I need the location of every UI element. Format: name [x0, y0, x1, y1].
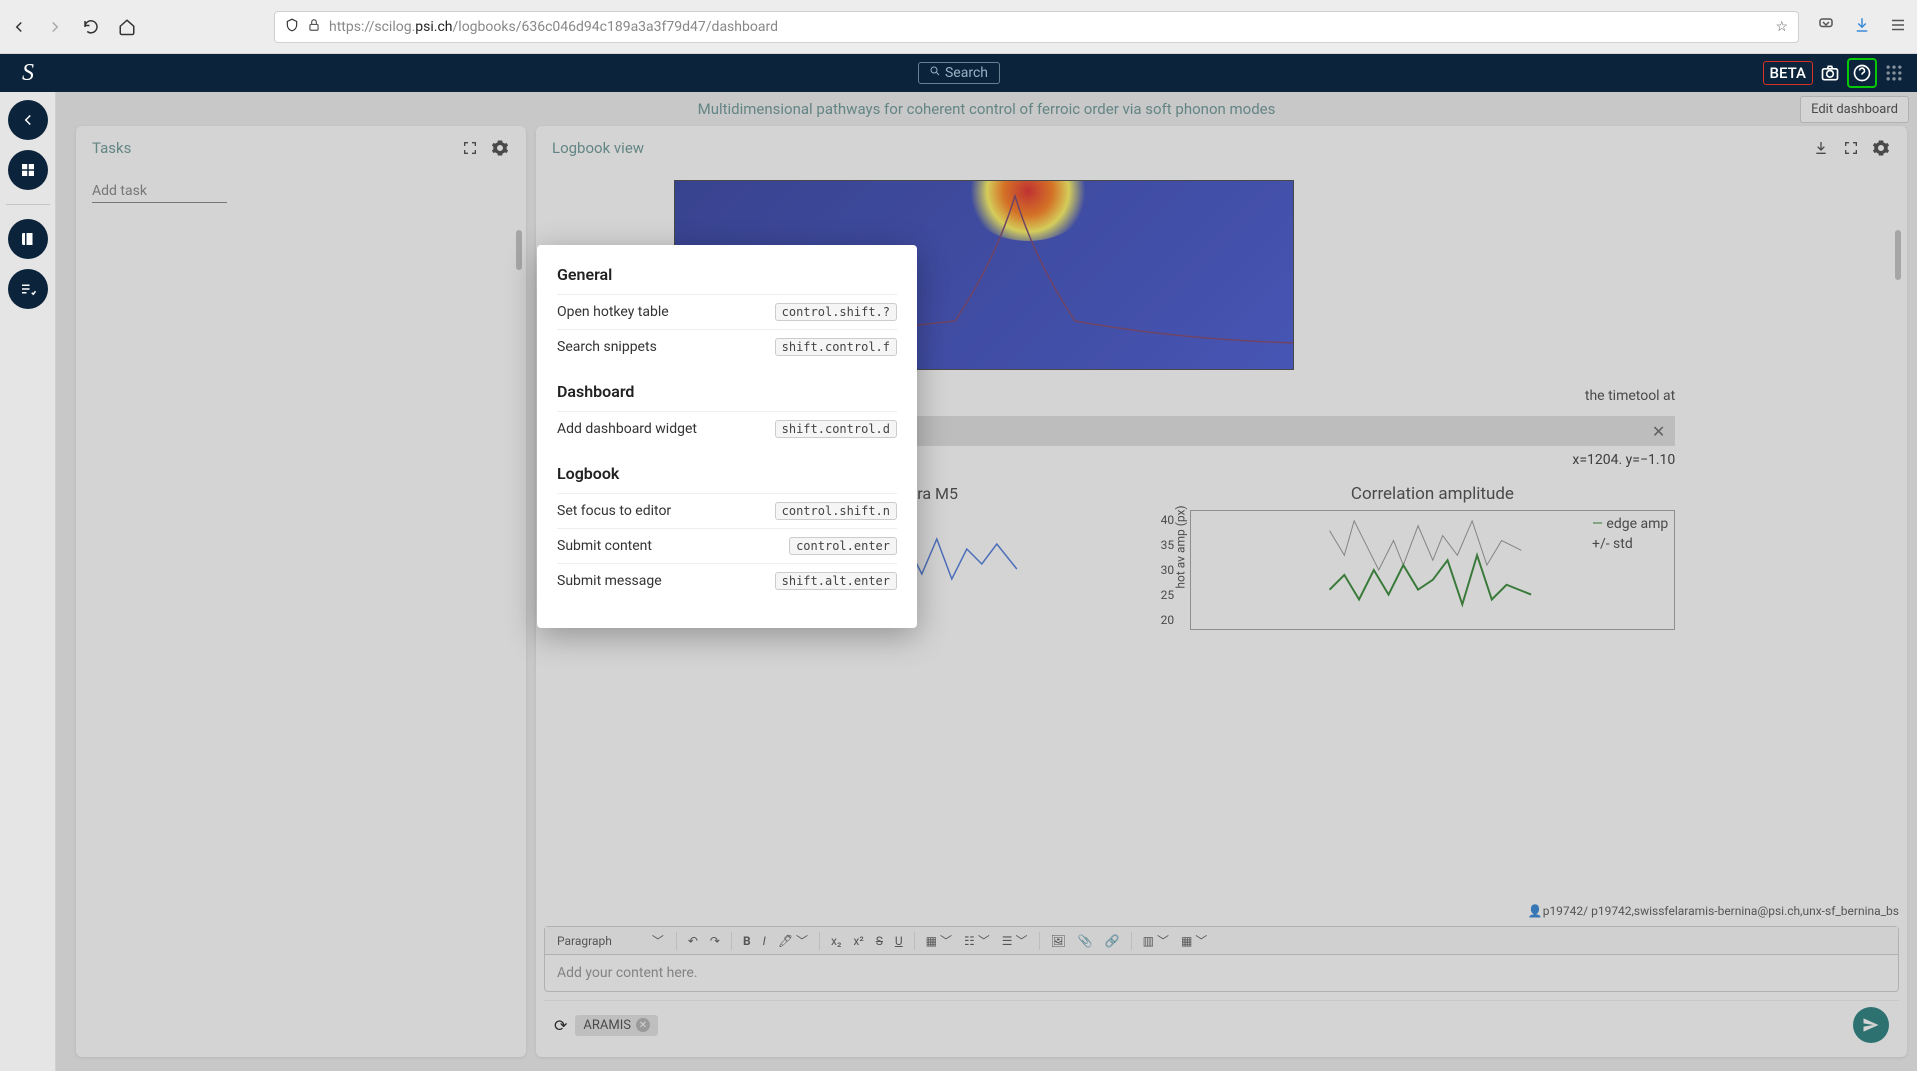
remove-tag-icon[interactable]: ✕ [636, 1018, 650, 1032]
hotkey-section-dashboard: Dashboard [557, 382, 897, 401]
reload-icon[interactable] [82, 18, 100, 36]
edit-dashboard-button[interactable]: Edit dashboard [1800, 96, 1909, 123]
superscript-icon[interactable]: x² [848, 932, 868, 950]
download-icon[interactable] [1811, 138, 1831, 158]
browser-toolbar: https://scilog.psi.ch/logbooks/636c046d9… [0, 0, 1917, 54]
page-title-bar: Multidimensional pathways for coherent c… [56, 92, 1917, 126]
entry-meta: 👤p19742/ p19742,swissfelaramis-bernina@p… [536, 900, 1907, 922]
layout-icon[interactable]: ▥ ﹀ [1138, 930, 1174, 951]
y-axis-ticks: 4035302520 [1161, 511, 1175, 629]
paragraph-dropdown[interactable]: Paragraph﹀ [551, 930, 670, 951]
add-task-input[interactable] [92, 180, 227, 203]
editor: Paragraph﹀ ↶ ↷ B I 🖊 ﹀ x₂ x² S U [544, 926, 1899, 992]
logbook-panel-title: Logbook view [552, 139, 1801, 157]
shield-icon [285, 18, 299, 36]
url-text: https://scilog.psi.ch/logbooks/636c046d9… [329, 19, 1767, 35]
beta-badge: BETA [1763, 61, 1814, 85]
app-logo[interactable]: S [22, 60, 34, 87]
forward-icon[interactable] [46, 18, 64, 36]
app-header: S Search BETA [0, 54, 1917, 92]
fullscreen-icon[interactable] [460, 138, 480, 158]
gear-icon[interactable] [1871, 138, 1891, 158]
refresh-tags-icon[interactable]: ⟳ [554, 1016, 567, 1035]
gear-icon[interactable] [490, 138, 510, 158]
search-icon [929, 65, 941, 81]
bookmark-star-icon[interactable]: ☆ [1775, 19, 1788, 35]
rail-dashboard-button[interactable] [8, 150, 48, 190]
tasks-panel-title: Tasks [92, 139, 450, 157]
fullscreen-icon[interactable] [1841, 138, 1861, 158]
side-rail [0, 92, 56, 1071]
rail-checklist-button[interactable] [8, 269, 48, 309]
tag-chip[interactable]: ARAMIS ✕ [575, 1015, 658, 1036]
table-icon[interactable]: ▦ ﹀ [921, 930, 957, 951]
chart-legend: — edge amp +/- std [1592, 515, 1668, 554]
camera-icon[interactable] [1817, 60, 1843, 86]
numbered-list-icon[interactable]: ☷ ﹀ [959, 930, 995, 951]
hotkey-row: Set focus to editorcontrol.shift.n [557, 493, 897, 528]
hotkey-section-general: General [557, 265, 897, 284]
apps-icon[interactable] [1881, 60, 1907, 86]
page-title: Multidimensional pathways for coherent c… [698, 100, 1276, 118]
back-icon[interactable] [10, 18, 28, 36]
editor-textarea[interactable]: Add your content here. [545, 955, 1898, 991]
url-bar[interactable]: https://scilog.psi.ch/logbooks/636c046d9… [274, 11, 1799, 43]
search-label: Search [945, 65, 988, 81]
bullet-list-icon[interactable]: ☰ ﹀ [997, 930, 1033, 951]
image-icon[interactable]: 🖼 [1046, 932, 1071, 950]
link-icon[interactable]: 🔗 [1100, 932, 1125, 950]
logbook-scrollbar[interactable] [1895, 230, 1901, 280]
download-icon[interactable] [1853, 16, 1871, 38]
home-icon[interactable] [118, 18, 136, 36]
rail-back-button[interactable] [8, 100, 48, 140]
underline-icon[interactable]: U [890, 932, 908, 950]
rail-book-button[interactable] [8, 219, 48, 259]
menu-icon[interactable] [1889, 16, 1907, 38]
redo-icon[interactable]: ↷ [705, 932, 725, 950]
tasks-scrollbar[interactable] [516, 230, 522, 270]
undo-icon[interactable]: ↶ [683, 932, 703, 950]
lock-icon [307, 18, 321, 36]
tasks-panel: Tasks [76, 126, 526, 1057]
chart-correlation: Correlation amplitude hot av amp (px) 40… [1190, 484, 1676, 630]
hotkey-dialog: General Open hotkey tablecontrol.shift.?… [537, 245, 917, 628]
hotkey-row: Search snippetsshift.control.f [557, 329, 897, 364]
subscript-icon[interactable]: x₂ [826, 932, 846, 950]
grid-icon[interactable]: ▦ ﹀ [1176, 930, 1212, 951]
help-icon[interactable] [1847, 58, 1877, 88]
italic-icon[interactable]: I [758, 932, 771, 950]
highlight-icon[interactable]: 🖊 ﹀ [773, 930, 813, 951]
hotkey-row: Submit messageshift.alt.enter [557, 563, 897, 598]
attach-icon[interactable]: 📎 [1073, 932, 1098, 950]
hotkey-section-logbook: Logbook [557, 464, 897, 483]
send-button[interactable] [1853, 1007, 1889, 1043]
strike-icon[interactable]: S [871, 932, 888, 950]
hotkey-row: Add dashboard widgetshift.control.d [557, 411, 897, 446]
hotkey-row: Open hotkey tablecontrol.shift.? [557, 294, 897, 329]
search-button[interactable]: Search [918, 62, 1000, 84]
editor-toolbar: Paragraph﹀ ↶ ↷ B I 🖊 ﹀ x₂ x² S U [545, 927, 1898, 955]
bold-icon[interactable]: B [738, 932, 756, 950]
hotkey-row: Submit contentcontrol.enter [557, 528, 897, 563]
close-icon[interactable]: ✕ [1652, 422, 1665, 441]
pocket-icon[interactable] [1817, 16, 1835, 38]
